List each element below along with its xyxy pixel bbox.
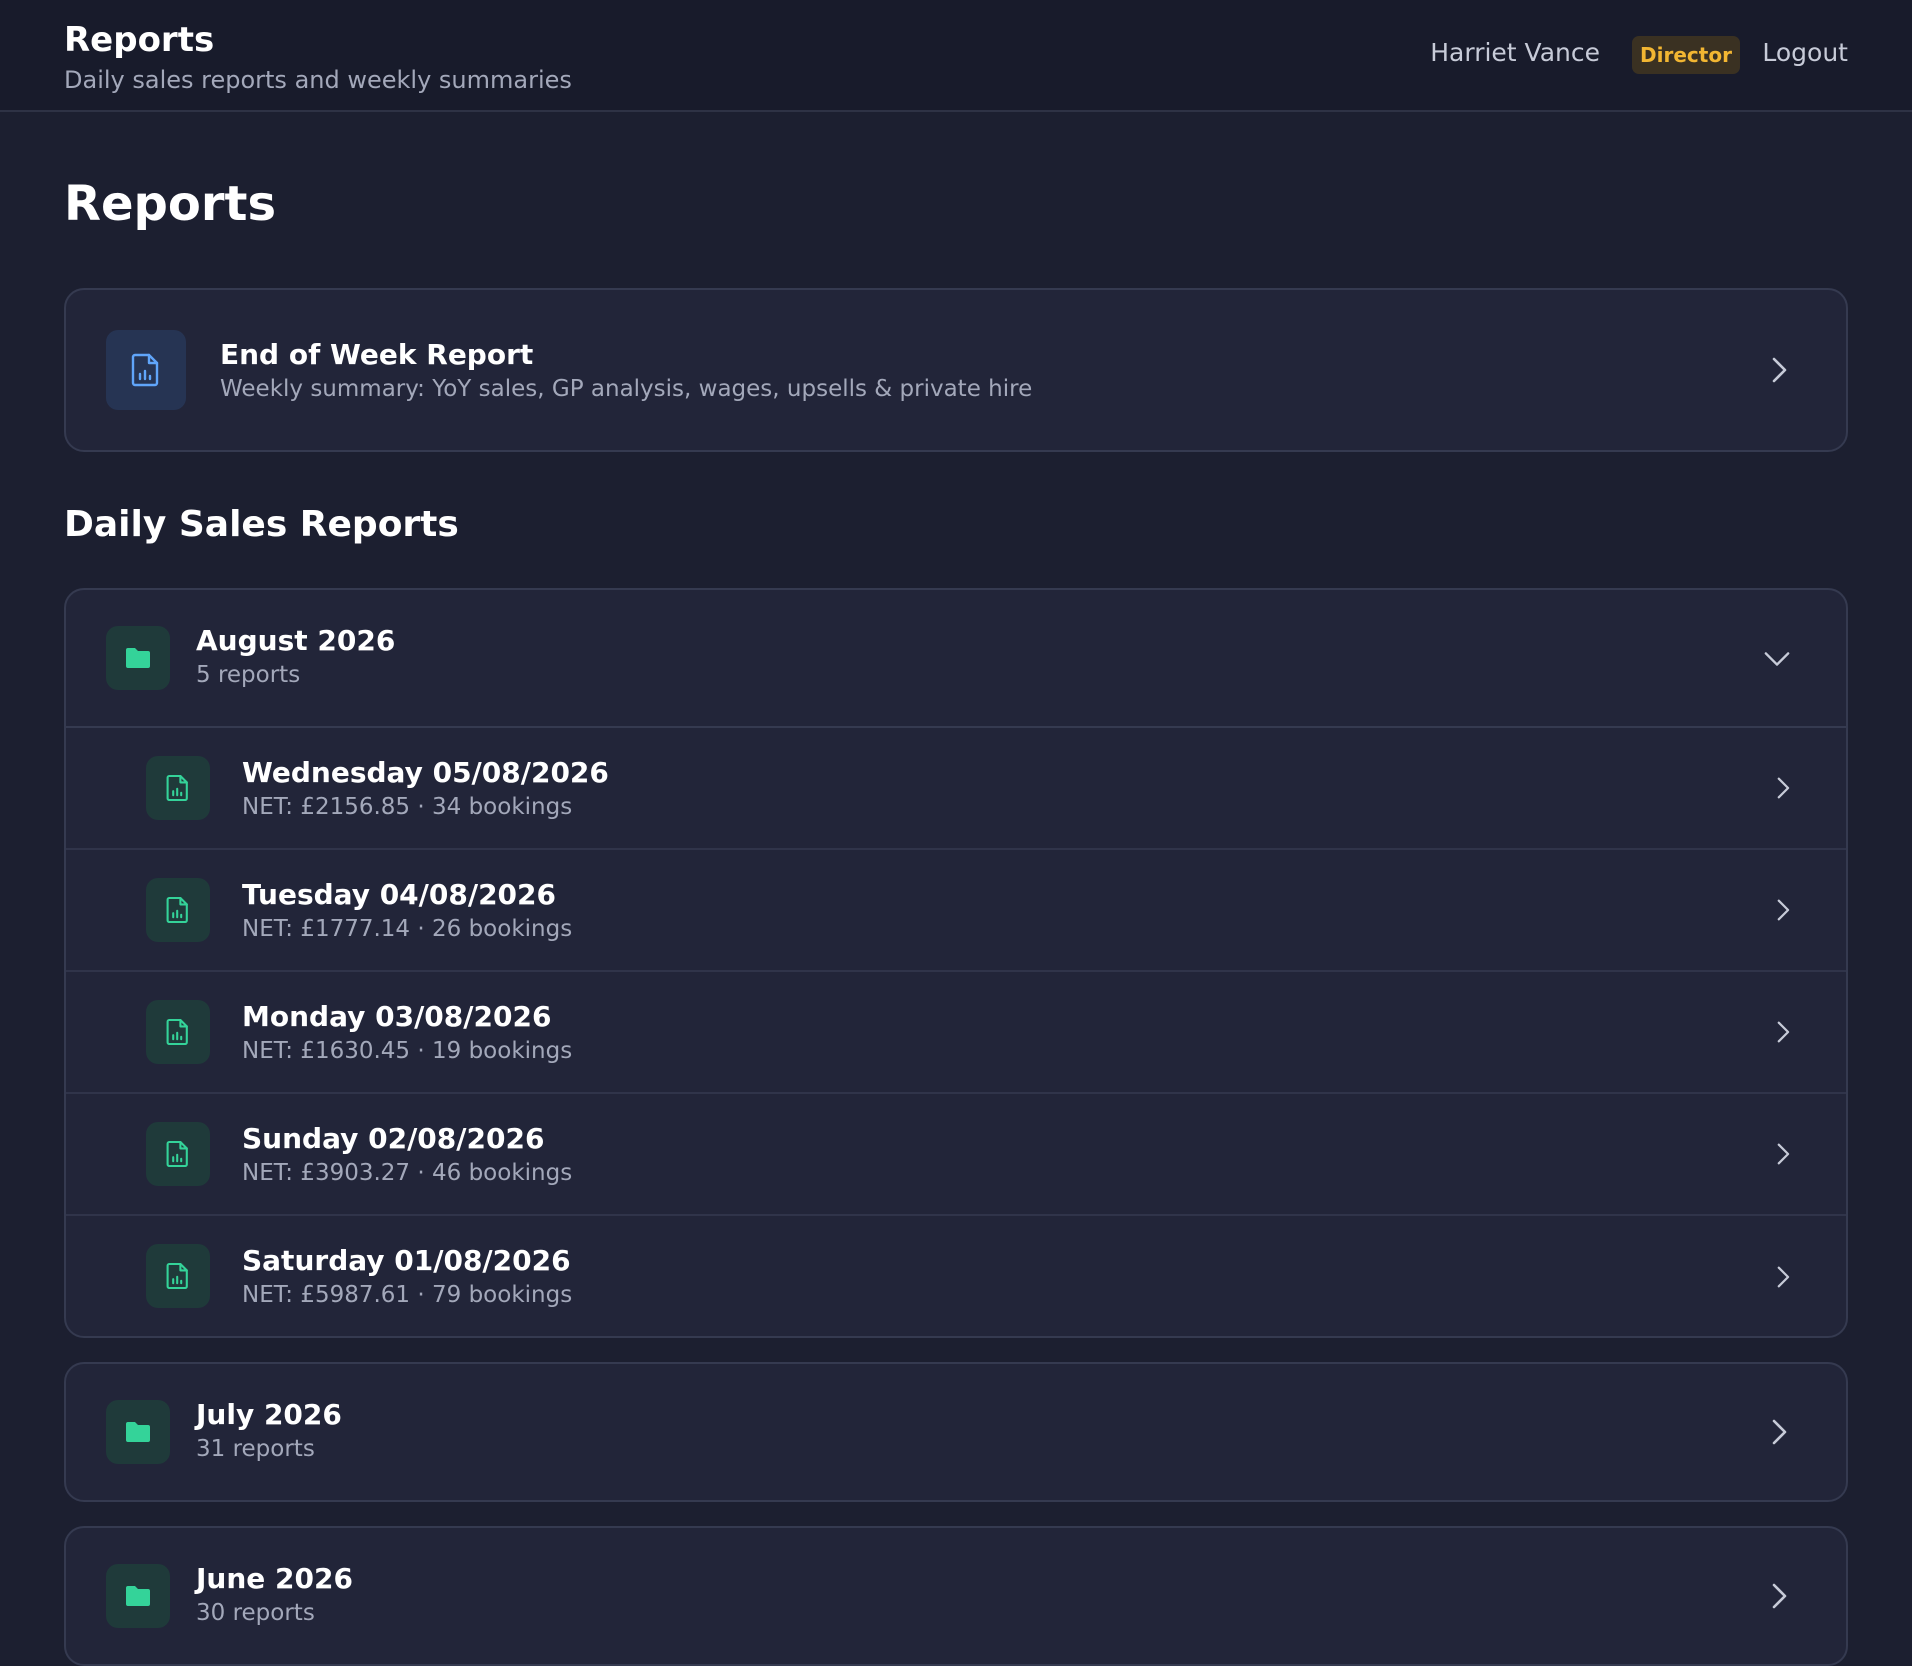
- chevron-right-icon: [1768, 357, 1790, 383]
- app-title: Reports: [64, 20, 215, 60]
- day-report-title: Sunday 02/08/2026: [242, 1122, 545, 1155]
- day-report-row[interactable]: Saturday 01/08/2026 NET: £5987.61 · 79 b…: [66, 1216, 1846, 1338]
- chevron-right-icon: [1772, 1021, 1794, 1043]
- chevron-right-icon: [1772, 777, 1794, 799]
- chevron-right-icon: [1772, 1143, 1794, 1165]
- report-chart-icon: [106, 330, 186, 410]
- end-of-week-report-card[interactable]: End of Week Report Weekly summary: YoY s…: [64, 288, 1848, 452]
- folder-icon: [106, 1400, 170, 1464]
- user-name: Harriet Vance: [1430, 38, 1600, 67]
- report-chart-icon: [146, 1000, 210, 1064]
- day-report-summary: NET: £5987.61 · 79 bookings: [242, 1282, 573, 1308]
- day-report-title: Tuesday 04/08/2026: [242, 878, 557, 911]
- month-name: August 2026: [196, 624, 396, 657]
- day-report-summary: NET: £1630.45 · 19 bookings: [242, 1038, 573, 1064]
- month-header-july[interactable]: July 2026 31 reports: [66, 1364, 1846, 1500]
- day-report-title: Wednesday 05/08/2026: [242, 756, 609, 789]
- month-header-june[interactable]: June 2026 30 reports: [66, 1528, 1846, 1664]
- day-report-list: Wednesday 05/08/2026 NET: £2156.85 · 34 …: [66, 726, 1846, 1338]
- day-report-summary: NET: £1777.14 · 26 bookings: [242, 916, 573, 942]
- month-group-august: August 2026 5 reports Wednesday 05/08/20…: [64, 588, 1848, 1338]
- folder-icon: [106, 626, 170, 690]
- role-badge: Director: [1632, 36, 1740, 74]
- day-report-row[interactable]: Wednesday 05/08/2026 NET: £2156.85 · 34 …: [66, 728, 1846, 850]
- chevron-right-icon: [1768, 1583, 1790, 1609]
- report-chart-icon: [146, 1244, 210, 1308]
- month-report-count: 5 reports: [196, 662, 301, 688]
- day-report-row[interactable]: Sunday 02/08/2026 NET: £3903.27 · 46 boo…: [66, 1094, 1846, 1216]
- month-report-count: 31 reports: [196, 1436, 315, 1462]
- end-of-week-title: End of Week Report: [220, 338, 534, 371]
- month-name: June 2026: [196, 1562, 353, 1595]
- logout-link[interactable]: Logout: [1762, 38, 1848, 67]
- month-name: July 2026: [196, 1398, 342, 1431]
- day-report-title: Saturday 01/08/2026: [242, 1244, 571, 1277]
- month-group-june[interactable]: June 2026 30 reports: [64, 1526, 1848, 1666]
- day-report-summary: NET: £2156.85 · 34 bookings: [242, 794, 573, 820]
- month-group-july[interactable]: July 2026 31 reports: [64, 1362, 1848, 1502]
- chevron-down-icon: [1764, 646, 1790, 672]
- report-chart-icon: [146, 878, 210, 942]
- day-report-title: Monday 03/08/2026: [242, 1000, 552, 1033]
- report-chart-icon: [146, 1122, 210, 1186]
- top-bar: Reports Daily sales reports and weekly s…: [0, 0, 1912, 112]
- day-report-row[interactable]: Tuesday 04/08/2026 NET: £1777.14 · 26 bo…: [66, 850, 1846, 972]
- page-title: Reports: [64, 176, 277, 232]
- folder-icon: [106, 1564, 170, 1628]
- report-chart-icon: [146, 756, 210, 820]
- chevron-right-icon: [1772, 1266, 1794, 1288]
- day-report-row[interactable]: Monday 03/08/2026 NET: £1630.45 · 19 boo…: [66, 972, 1846, 1094]
- chevron-right-icon: [1768, 1419, 1790, 1445]
- daily-sales-section-title: Daily Sales Reports: [64, 504, 459, 545]
- month-header-august[interactable]: August 2026 5 reports: [66, 590, 1846, 726]
- app-subtitle: Daily sales reports and weekly summaries: [64, 66, 572, 94]
- month-report-count: 30 reports: [196, 1600, 315, 1626]
- end-of-week-subtitle: Weekly summary: YoY sales, GP analysis, …: [220, 376, 1033, 402]
- day-report-summary: NET: £3903.27 · 46 bookings: [242, 1160, 573, 1186]
- chevron-right-icon: [1772, 899, 1794, 921]
